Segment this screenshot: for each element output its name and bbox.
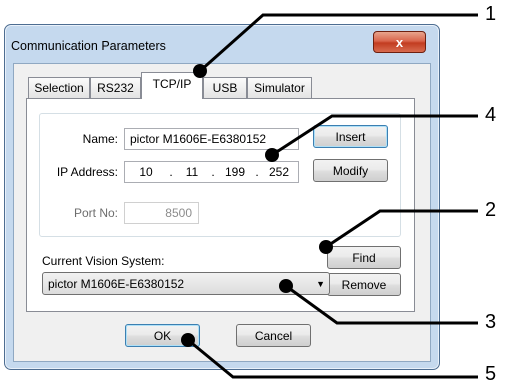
callout-line-2 [325,209,478,249]
callout-dot-3 [279,279,293,293]
callout-line-3 [285,284,478,325]
callout-line-1 [199,13,478,73]
callout-dot-2 [319,240,333,254]
callout-line-5 [187,338,478,379]
callout-line-4 [271,114,478,157]
callout-dot-4 [265,148,279,162]
callout-dot-1 [193,64,207,78]
callout-overlay [181,13,478,379]
callout-dot-5 [181,333,195,347]
